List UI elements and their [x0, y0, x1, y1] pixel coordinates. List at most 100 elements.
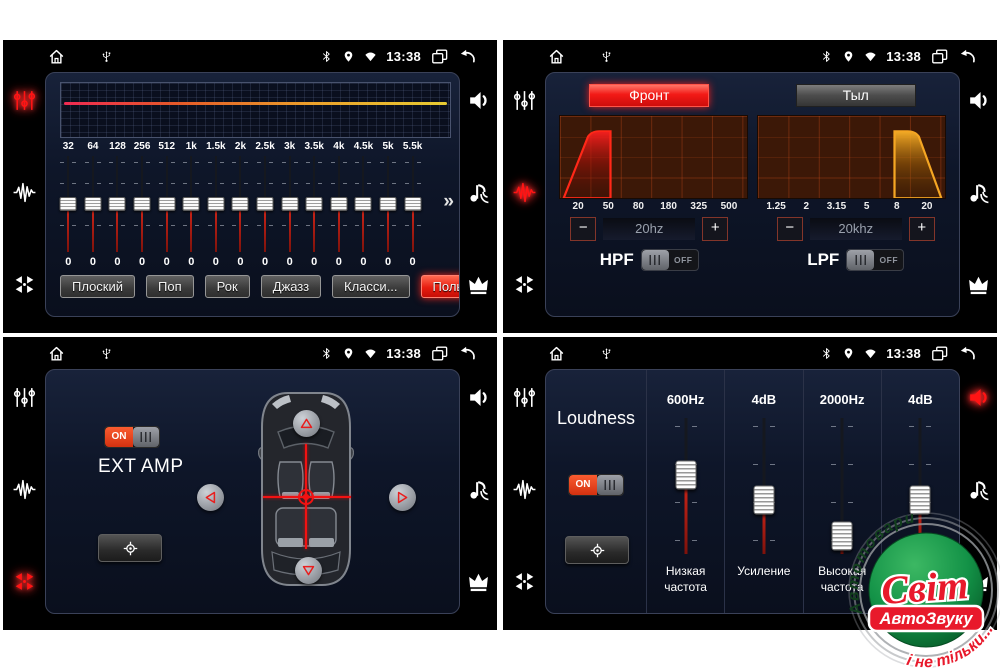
melody-tab-icon[interactable]	[966, 180, 991, 205]
eq-slider-handle[interactable]	[60, 197, 77, 211]
eq-preset-button[interactable]: Плоский	[60, 275, 135, 298]
eq-band-slider[interactable]	[228, 154, 253, 254]
eq-band-slider[interactable]	[130, 154, 155, 254]
hpf-minus-button[interactable]: −	[570, 217, 596, 241]
eq-preset-button[interactable]: Класси...	[332, 275, 410, 298]
eq-slider-handle[interactable]	[355, 197, 372, 211]
eq-band-slider[interactable]	[302, 154, 327, 254]
balance-right-button[interactable]	[389, 484, 416, 511]
eq-slider-handle[interactable]	[257, 197, 274, 211]
eq-slider-handle[interactable]	[306, 197, 323, 211]
equalizer-tab-icon[interactable]	[12, 88, 37, 113]
eq-slider-handle[interactable]	[404, 197, 421, 211]
eq-band-slider[interactable]	[154, 154, 179, 254]
melody-tab-icon[interactable]	[466, 180, 491, 205]
lpf-axis-label: 5	[852, 201, 882, 212]
eq-preset-button[interactable]: Поп	[146, 275, 194, 298]
location-icon	[842, 50, 855, 63]
center-position-button[interactable]	[98, 534, 162, 562]
effects-tab-icon[interactable]	[12, 180, 37, 205]
lpf-plus-button[interactable]: +	[909, 217, 935, 241]
crown-tab-icon[interactable]	[466, 272, 491, 297]
volume-tab-icon[interactable]	[966, 88, 991, 113]
melody-tab-icon[interactable]	[466, 477, 491, 502]
fader-rear-button[interactable]	[295, 557, 322, 584]
back-icon[interactable]	[958, 344, 977, 363]
equalizer-tab-icon[interactable]	[12, 385, 37, 410]
fader-front-button[interactable]	[293, 410, 320, 437]
lpf-toggle[interactable]: OFF	[846, 249, 904, 271]
balance-tab-icon[interactable]	[12, 272, 37, 297]
loudness-toggle[interactable]: ON	[568, 474, 624, 496]
recent-apps-icon[interactable]	[430, 344, 449, 363]
loudness-slider-handle[interactable]	[675, 460, 696, 489]
balance-tab-icon[interactable]	[512, 272, 537, 297]
eq-slider-handle[interactable]	[158, 197, 175, 211]
eq-band-slider[interactable]	[56, 154, 81, 254]
more-bands-chevron-icon[interactable]: »	[443, 191, 454, 213]
crown-tab-icon[interactable]	[466, 569, 491, 594]
recent-apps-icon[interactable]	[930, 47, 949, 66]
loudness-column-header: 4dB	[752, 392, 777, 408]
loudness-slider-handle[interactable]	[753, 486, 774, 515]
crown-tab-icon[interactable]	[966, 272, 991, 297]
eq-slider-handle[interactable]	[84, 197, 101, 211]
eq-slider-handle[interactable]	[330, 197, 347, 211]
volume-tab-icon[interactable]	[466, 88, 491, 113]
eq-band-slider[interactable]	[253, 154, 278, 254]
volume-tab-icon[interactable]	[966, 385, 991, 410]
back-icon[interactable]	[958, 47, 977, 66]
balance-tab-icon[interactable]	[512, 569, 537, 594]
volume-tab-icon[interactable]	[466, 385, 491, 410]
back-icon[interactable]	[458, 344, 477, 363]
eq-preset-button[interactable]: Джазз	[261, 275, 321, 298]
effects-tab-icon[interactable]	[512, 477, 537, 502]
eq-slider-handle[interactable]	[109, 197, 126, 211]
eq-slider-handle[interactable]	[281, 197, 298, 211]
eq-band-slider[interactable]	[376, 154, 401, 254]
equalizer-tab-icon[interactable]	[512, 88, 537, 113]
loudness-slider[interactable]	[673, 416, 699, 556]
lpf-toggle-state: OFF	[874, 250, 903, 270]
home-icon[interactable]	[47, 47, 66, 66]
effects-tab-icon[interactable]	[512, 180, 537, 205]
eq-slider-handle[interactable]	[183, 197, 200, 211]
ext-amp-toggle[interactable]: ON	[104, 426, 160, 448]
panel-crossover: 13:38 ФронтТыл	[503, 40, 997, 333]
recent-apps-icon[interactable]	[430, 47, 449, 66]
hpf-plus-button[interactable]: +	[702, 217, 728, 241]
eq-band-slider[interactable]	[105, 154, 130, 254]
wifi-icon	[364, 50, 377, 63]
back-icon[interactable]	[458, 47, 477, 66]
balance-left-button[interactable]	[197, 484, 224, 511]
crossover-tab[interactable]: Фронт	[589, 84, 709, 107]
recent-apps-icon[interactable]	[930, 344, 949, 363]
reset-button[interactable]	[565, 536, 629, 564]
eq-band-slider[interactable]	[179, 154, 204, 254]
eq-band-slider[interactable]	[400, 154, 425, 254]
eq-slider-handle[interactable]	[207, 197, 224, 211]
eq-frequency-label: 4k	[327, 141, 352, 152]
lpf-minus-button[interactable]: −	[777, 217, 803, 241]
home-icon[interactable]	[547, 47, 566, 66]
crossover-tab[interactable]: Тыл	[796, 84, 916, 107]
eq-preset-button[interactable]: Польз.	[421, 275, 460, 298]
eq-band-slider[interactable]	[351, 154, 376, 254]
eq-band-value: 0	[376, 256, 401, 268]
hpf-toggle[interactable]: OFF	[641, 249, 699, 271]
eq-preset-button[interactable]: Рок	[205, 275, 250, 298]
eq-band-slider[interactable]	[81, 154, 106, 254]
loudness-slider[interactable]	[751, 416, 777, 556]
eq-band-slider[interactable]	[204, 154, 229, 254]
eq-slider-handle[interactable]	[380, 197, 397, 211]
clock: 13:38	[886, 346, 921, 361]
equalizer-tab-icon[interactable]	[512, 385, 537, 410]
home-icon[interactable]	[547, 344, 566, 363]
eq-band-slider[interactable]	[277, 154, 302, 254]
eq-slider-handle[interactable]	[134, 197, 151, 211]
eq-band-slider[interactable]	[327, 154, 352, 254]
balance-tab-icon[interactable]	[12, 569, 37, 594]
eq-slider-handle[interactable]	[232, 197, 249, 211]
home-icon[interactable]	[47, 344, 66, 363]
effects-tab-icon[interactable]	[12, 477, 37, 502]
